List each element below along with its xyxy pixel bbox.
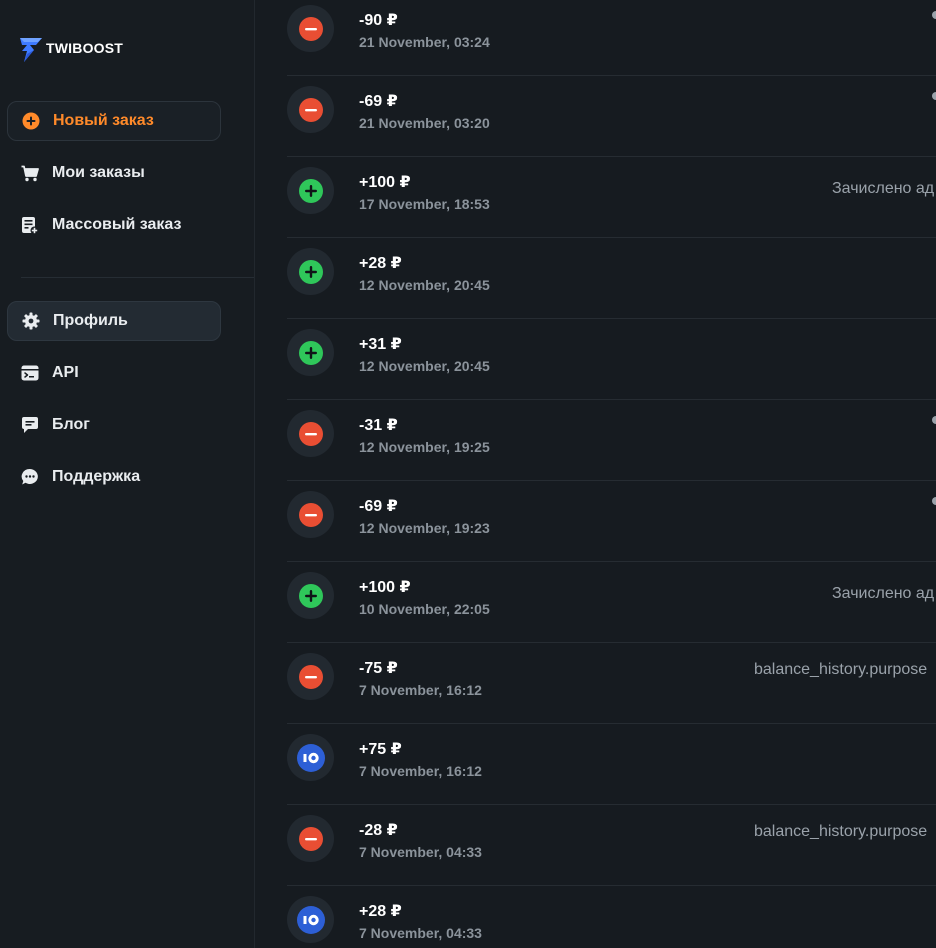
sidebar-item-label: Мои заказы	[52, 164, 145, 181]
sidebar-item-api[interactable]: API	[7, 353, 221, 393]
history-row: -69 ₽ 12 November, 19:23	[287, 481, 936, 562]
history-amount: -69 ₽	[359, 498, 398, 515]
terminal-icon	[20, 363, 40, 383]
balance-history: -90 ₽ 21 November, 03:24 -69 ₽ 21 November,…	[255, 0, 936, 948]
status-dot	[932, 416, 936, 424]
yoomoney-icon	[287, 734, 334, 781]
history-amount: -75 ₽	[359, 660, 398, 677]
status-dot	[932, 497, 936, 505]
history-purpose: balance_history.purpose	[754, 823, 928, 840]
yoomoney-icon	[287, 896, 334, 943]
history-date: 7 November, 04:33	[359, 844, 482, 860]
lightning-logo-icon	[20, 38, 42, 62]
sidebar-item-new-order[interactable]: Новый заказ	[7, 101, 221, 141]
history-purpose: Зачислено ад	[832, 180, 935, 197]
sidebar-item-label: API	[52, 364, 79, 381]
minus-circle-icon	[287, 86, 334, 133]
history-date: 21 November, 03:24	[359, 34, 490, 50]
sidebar-item-blog[interactable]: Блог	[7, 405, 221, 445]
plus-circle-icon	[287, 248, 334, 295]
sidebar: TWIBOOST Новый заказ Мои заказы Массовый…	[0, 0, 255, 948]
minus-circle-icon	[287, 815, 334, 862]
app: TWIBOOST Новый заказ Мои заказы Массовый…	[0, 0, 936, 948]
history-date: 7 November, 16:12	[359, 763, 482, 779]
history-row: +75 ₽ 7 November, 16:12	[287, 724, 936, 805]
minus-circle-icon	[287, 491, 334, 538]
minus-circle-icon	[287, 653, 334, 700]
plus-circle-icon	[287, 167, 334, 214]
history-row: +100 ₽ 17 November, 18:53 Зачислено ад	[287, 157, 936, 238]
plus-circle-icon	[287, 572, 334, 619]
history-amount: +28 ₽	[359, 903, 402, 920]
cart-icon	[20, 163, 40, 183]
history-amount: +75 ₽	[359, 741, 402, 758]
minus-circle-icon	[287, 5, 334, 52]
minus-circle-icon	[287, 410, 334, 457]
status-dot	[932, 11, 936, 19]
history-date: 17 November, 18:53	[359, 196, 490, 212]
brand-name: TWIBOOST	[46, 40, 124, 56]
history-amount: -31 ₽	[359, 417, 398, 434]
sidebar-item-bulk-order[interactable]: Массовый заказ	[7, 205, 221, 245]
history-date: 12 November, 19:23	[359, 520, 490, 536]
sidebar-item-support[interactable]: Поддержка	[7, 457, 221, 497]
logo[interactable]: TWIBOOST	[18, 34, 123, 64]
history-purpose: Зачислено ад	[832, 585, 935, 602]
history-row: -28 ₽ 7 November, 04:33 balance_history.pu…	[287, 805, 936, 886]
history-amount: +31 ₽	[359, 336, 402, 353]
history-date: 21 November, 03:20	[359, 115, 490, 131]
history-row: -69 ₽ 21 November, 03:20	[287, 76, 936, 157]
history-amount: +100 ₽	[359, 579, 411, 596]
sidebar-item-profile[interactable]: Профиль	[7, 301, 221, 341]
history-row: +31 ₽ 12 November, 20:45	[287, 319, 936, 400]
history-row: +28 ₽ 7 November, 04:33	[287, 886, 936, 948]
sidebar-item-label: Массовый заказ	[52, 216, 182, 233]
history-row: -75 ₽ 7 November, 16:12 balance_history.pu…	[287, 643, 936, 724]
chat-icon	[20, 415, 40, 435]
history-amount: -28 ₽	[359, 822, 398, 839]
sidebar-item-label: Блог	[52, 416, 90, 433]
history-amount: -90 ₽	[359, 12, 398, 29]
status-dot	[932, 92, 936, 100]
sidebar-item-my-orders[interactable]: Мои заказы	[7, 153, 221, 193]
plus-circle-icon	[21, 111, 41, 131]
history-date: 12 November, 20:45	[359, 358, 490, 374]
history-amount: +100 ₽	[359, 174, 411, 191]
history-purpose: balance_history.purpose	[754, 661, 928, 678]
history-amount: -69 ₽	[359, 93, 398, 110]
history-date: 7 November, 04:33	[359, 925, 482, 941]
sidebar-divider	[21, 277, 254, 278]
history-date: 12 November, 20:45	[359, 277, 490, 293]
sidebar-item-label: Поддержка	[52, 468, 141, 485]
history-date: 7 November, 16:12	[359, 682, 482, 698]
history-row: +28 ₽ 12 November, 20:45	[287, 238, 936, 319]
sidebar-item-label: Новый заказ	[53, 112, 154, 129]
support-chat-icon	[20, 467, 40, 487]
history-date: 12 November, 19:25	[359, 439, 490, 455]
history-row: -90 ₽ 21 November, 03:24	[287, 0, 936, 76]
history-amount: +28 ₽	[359, 255, 402, 272]
history-row: -31 ₽ 12 November, 19:25	[287, 400, 936, 481]
history-date: 10 November, 22:05	[359, 601, 490, 617]
history-row: +100 ₽ 10 November, 22:05 Зачислено ад	[287, 562, 936, 643]
bulk-order-icon	[20, 215, 40, 235]
sidebar-item-label: Профиль	[53, 312, 128, 329]
plus-circle-icon	[287, 329, 334, 376]
gear-icon	[21, 311, 41, 331]
